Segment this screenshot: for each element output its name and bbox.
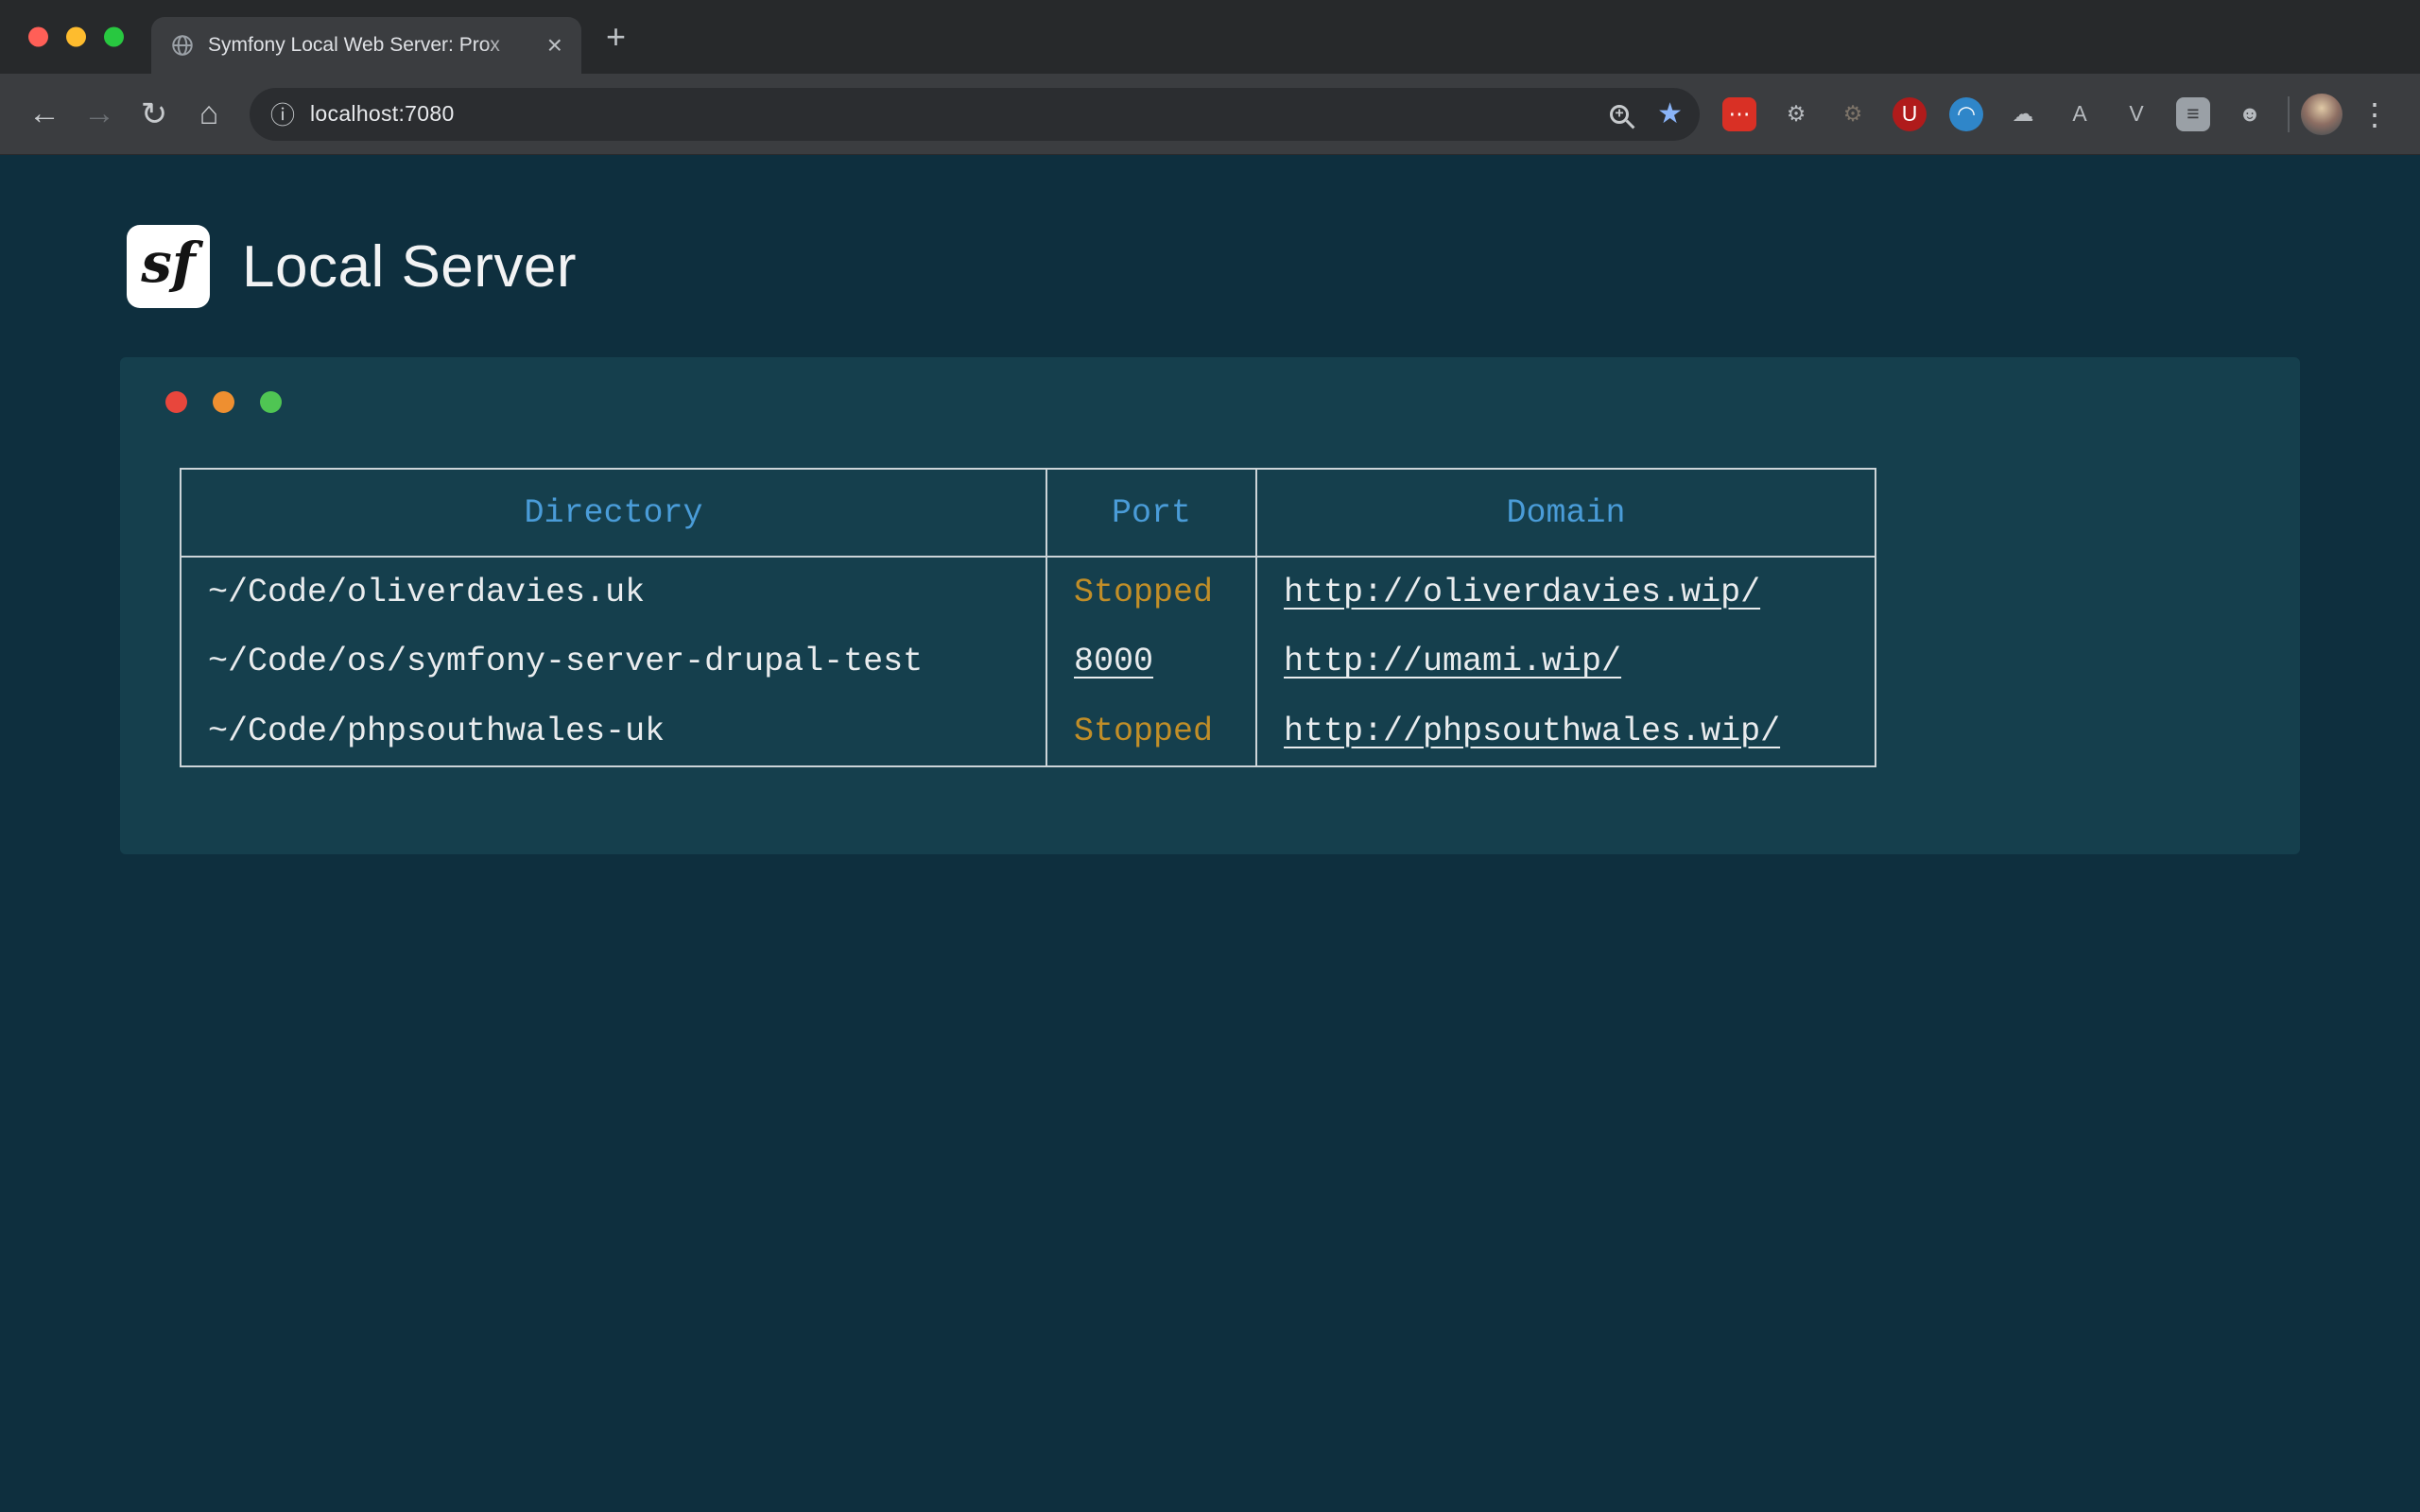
port-status: Stopped [1074,574,1213,611]
address-bar[interactable]: ⓘ localhost:7080 ★ [250,88,1700,141]
extension-gear-dark-icon[interactable]: ⚙ [1836,97,1870,131]
toolbar-divider [2288,96,2290,132]
extension-cloud-icon[interactable]: ☁ [2006,97,2040,131]
port-status: Stopped [1074,713,1213,750]
page-zoom-icon[interactable] [1610,105,1629,124]
servers-table-wrap: Directory Port Domain ~/Code/oliverdavie… [180,468,2300,767]
extension-gray-square-icon[interactable]: ≡ [2176,97,2210,131]
extensions-bar: ⋯ ⚙ ⚙ U ◠ ☁ AV ≡ ☻ [1722,97,2267,131]
servers-table: Directory Port Domain ~/Code/oliverdavie… [180,468,1876,767]
window-close-button[interactable] [28,27,48,47]
browser-tab[interactable]: Symfony Local Web Server: Prox × [151,17,581,74]
server-panel: Directory Port Domain ~/Code/oliverdavie… [120,357,2300,854]
site-info-icon[interactable]: ⓘ [270,96,295,131]
globe-favicon-icon [170,33,195,58]
table-row: ~/Code/oliverdavies.uk Stopped http://ol… [181,557,1876,627]
extension-github-icon[interactable]: ☻ [2233,97,2267,131]
panel-green-dot-icon [260,391,282,413]
table-row: ~/Code/os/symfony-server-drupal-test 800… [181,627,1876,696]
tab-title: Symfony Local Web Server: Prox [208,34,530,57]
symfony-logo-icon: sf [127,225,210,308]
domain-link[interactable]: http://oliverdavies.wip/ [1284,574,1760,611]
page-header: sf Local Server [127,225,2420,308]
panel-orange-dot-icon [213,391,234,413]
new-tab-button[interactable]: + [606,20,626,54]
symfony-proxy-page: sf Local Server Directory Port Domain [0,155,2420,1512]
window-zoom-button[interactable] [104,27,124,47]
table-header-row: Directory Port Domain [181,469,1876,557]
url-text: localhost:7080 [310,101,455,127]
extension-red-dots-icon[interactable]: ⋯ [1722,97,1756,131]
extension-blue-icon[interactable]: ◠ [1949,97,1983,131]
extension-a-icon[interactable]: A [2063,97,2097,131]
page-title: Local Server [242,233,577,301]
browser-toolbar: ← → ↻ ⌂ ⓘ localhost:7080 ★ ⋯ ⚙ ⚙ U ◠ ☁ AV ≡ ☻ ⋮ [0,74,2420,155]
window-controls [28,27,124,47]
column-header-domain: Domain [1256,469,1876,557]
reload-icon[interactable]: ↻ [127,87,182,142]
tab-close-icon[interactable]: × [544,32,566,59]
tab-strip: Symfony Local Web Server: Prox × + [0,0,2420,74]
browser-menu-icon[interactable]: ⋮ [2360,96,2390,132]
column-header-directory: Directory [181,469,1046,557]
extension-v-icon[interactable]: V [2119,97,2153,131]
extension-gear-light-icon[interactable]: ⚙ [1779,97,1813,131]
domain-link[interactable]: http://umami.wip/ [1284,643,1621,680]
extension-ublock-icon[interactable]: U [1893,97,1927,131]
back-icon[interactable]: ← [17,87,72,142]
domain-link[interactable]: http://phpsouthwales.wip/ [1284,713,1780,750]
directory-cell: ~/Code/phpsouthwales-uk [181,696,1046,766]
panel-red-dot-icon [165,391,187,413]
profile-avatar[interactable] [2301,94,2342,135]
directory-cell: ~/Code/os/symfony-server-drupal-test [181,627,1046,696]
panel-window-dots [165,391,2300,413]
table-row: ~/Code/phpsouthwales-uk Stopped http://p… [181,696,1876,766]
bookmark-star-icon[interactable]: ★ [1657,97,1683,130]
window-minimize-button[interactable] [66,27,86,47]
directory-cell: ~/Code/oliverdavies.uk [181,557,1046,627]
column-header-port: Port [1046,469,1256,557]
forward-icon: → [72,87,127,142]
port-link[interactable]: 8000 [1074,643,1153,680]
home-icon[interactable]: ⌂ [182,87,236,142]
